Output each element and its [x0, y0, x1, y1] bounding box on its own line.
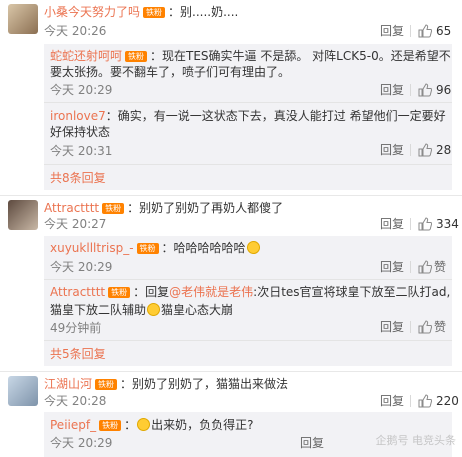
- view-more-replies-link[interactable]: 共5条回复: [50, 347, 106, 361]
- fan-badge: 铁粉: [99, 420, 122, 431]
- reply-button[interactable]: 回复: [380, 143, 404, 157]
- reply-text: ：确实，有一说一这状态下去，真没人能打过 希望他们一定要好: [105, 109, 446, 123]
- divider: [410, 218, 411, 230]
- fan-badge: 铁粉: [136, 243, 159, 254]
- divider: [410, 84, 411, 96]
- reply-text: 出来奶，负负得正?: [151, 418, 254, 432]
- fan-badge: 铁粉: [108, 287, 131, 298]
- cat-emoji-icon: [137, 418, 151, 431]
- like-icon[interactable]: [418, 320, 432, 334]
- fan-badge: 铁粉: [143, 7, 166, 18]
- comment-time: 今天 20:26: [44, 24, 107, 38]
- reply-body: Peiiepf_ 铁粉：出来奶，负负得正?: [50, 418, 254, 432]
- divider: [410, 25, 411, 37]
- reply-text: ：现在TES确实牛逼 不是舔。 对阵LCK5-0。还是希望不: [150, 49, 451, 63]
- reply-button[interactable]: 回复: [380, 24, 404, 38]
- like-icon[interactable]: [418, 260, 432, 274]
- comment-text: ：别.....奶....: [168, 5, 239, 19]
- divider: [44, 164, 452, 165]
- reply-text-line: 好保持状态: [50, 125, 111, 139]
- reply-text: 猫皇心态大崩: [161, 303, 234, 317]
- reply-button[interactable]: 回复: [380, 320, 404, 334]
- reply-text: 猫皇下放二队辅助: [50, 303, 147, 317]
- reply-button[interactable]: 回复: [380, 83, 404, 97]
- reply-username[interactable]: xuyukllltrisp_-: [50, 241, 134, 255]
- reply-username[interactable]: 蛇蛇还射呵呵: [50, 49, 122, 63]
- reply-text: ：回复: [133, 285, 170, 299]
- divider: [0, 371, 462, 372]
- comment-text: ：别奶了别奶了再奶人都傻了: [127, 201, 284, 215]
- divider: [410, 144, 411, 156]
- reply-username[interactable]: Peiiepf_: [50, 418, 96, 432]
- comment-username[interactable]: 小桑今天努力了吗: [44, 5, 140, 19]
- fan-badge: 铁粉: [102, 203, 125, 214]
- cat-emoji-icon: [147, 303, 161, 316]
- reply-button[interactable]: 回复: [300, 436, 324, 450]
- avatar[interactable]: [8, 4, 38, 34]
- reply-body: ironlove7：确实，有一说一这状态下去，真没人能打过 希望他们一定要好: [50, 108, 446, 124]
- like-count: 96: [436, 83, 452, 97]
- reply-username[interactable]: ironlove7: [50, 109, 106, 123]
- divider: [410, 395, 411, 407]
- reply-time: 49分钟前: [50, 321, 102, 335]
- view-more-replies-link[interactable]: 共8条回复: [50, 171, 106, 185]
- like-count: 65: [436, 24, 452, 38]
- reply-time: 今天 20:29: [50, 260, 113, 274]
- comment-body: 小桑今天努力了吗 铁粉 ：别.....奶....: [44, 4, 238, 20]
- like-count: 220: [436, 394, 459, 408]
- like-label[interactable]: 赞: [434, 320, 446, 334]
- comment-body: 江湖山河 铁粉 ：别奶了别奶了，猫猫出来做法: [44, 376, 288, 392]
- reply-body: Attractttt 铁粉 ：回复@老伟就是老伟:次日tes官宣将球皇下放至二队打a…: [50, 284, 450, 300]
- reply-button[interactable]: 回复: [380, 260, 404, 274]
- comment-time: 今天 20:27: [44, 217, 107, 231]
- comment-body: Attractttt 铁粉 ：别奶了别奶了再奶人都傻了: [44, 200, 283, 216]
- reply-button[interactable]: 回复: [380, 217, 404, 231]
- like-count: 334: [436, 217, 459, 231]
- like-count: 28: [436, 143, 452, 157]
- comment-text: ：别奶了别奶了，猫猫出来做法: [120, 377, 289, 391]
- like-icon[interactable]: [418, 143, 432, 157]
- divider: [44, 279, 452, 280]
- comment-username[interactable]: 江湖山河: [44, 377, 92, 391]
- comment-feed: 小桑今天努力了吗 铁粉 ：别.....奶.... 今天 20:26 回复 65 蛇蛇…: [0, 0, 462, 457]
- reply-time: 今天 20:31: [50, 144, 113, 158]
- mention-link[interactable]: @老伟就是老伟: [169, 285, 253, 299]
- divider: [44, 340, 452, 341]
- like-icon[interactable]: [418, 217, 432, 231]
- fan-badge: 铁粉: [125, 51, 148, 62]
- watermark: 企鹅号 电竞头条: [375, 434, 457, 447]
- fan-badge: 铁粉: [95, 379, 118, 390]
- divider: [0, 195, 462, 196]
- like-icon[interactable]: [418, 83, 432, 97]
- comment-time: 今天 20:28: [44, 394, 107, 408]
- avatar[interactable]: [8, 200, 38, 230]
- divider: [410, 321, 411, 333]
- reply-time: 今天 20:29: [50, 83, 113, 97]
- reply-body: 蛇蛇还射呵呵 铁粉 ：现在TES确实牛逼 不是舔。 对阵LCK5-0。还是希望不: [50, 48, 451, 64]
- laugh-emoji-icon: [246, 241, 260, 254]
- avatar[interactable]: [8, 376, 38, 406]
- reply-time: 今天 20:29: [50, 436, 113, 450]
- like-label[interactable]: 赞: [434, 260, 446, 274]
- reply-username[interactable]: Attractttt: [50, 285, 105, 299]
- reply-body: xuyukllltrisp_- 铁粉 ：哈哈哈哈哈哈: [50, 240, 261, 256]
- reply-text: :次日tes官宣将球皇下放至二队打ad,: [253, 285, 451, 299]
- like-icon[interactable]: [418, 394, 432, 408]
- comment-username[interactable]: Attractttt: [44, 201, 99, 215]
- reply-button[interactable]: 回复: [380, 394, 404, 408]
- like-icon[interactable]: [418, 24, 432, 38]
- divider: [410, 261, 411, 273]
- reply-text-line: 要太张扬。要不翻车了，喷子们可有理由了。: [50, 65, 291, 79]
- divider: [44, 102, 452, 103]
- reply-text-line: 猫皇下放二队辅助 猫皇心态大崩: [50, 302, 233, 318]
- reply-text: ：哈哈哈哈哈哈: [161, 241, 246, 255]
